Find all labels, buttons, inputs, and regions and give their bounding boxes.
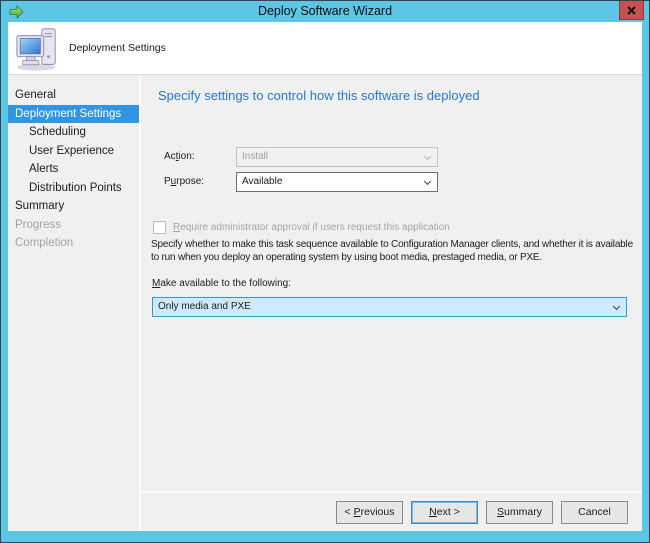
sidebar-item-user-experience[interactable]: User Experience	[8, 142, 139, 161]
purpose-combobox[interactable]: Available	[236, 172, 438, 192]
next-button[interactable]: Next >	[411, 501, 478, 524]
cancel-button[interactable]: Cancel	[561, 501, 628, 524]
deploy-software-wizard-window: Deploy Software Wizard	[0, 0, 650, 543]
approval-checkbox	[153, 221, 166, 234]
computer-icon	[14, 26, 60, 72]
approval-checkbox-label: Require administrator approval if users …	[173, 221, 450, 234]
header-title: Deployment Settings	[69, 42, 166, 54]
chevron-down-icon	[424, 153, 431, 160]
make-available-value: Only media and PXE	[158, 301, 251, 312]
sidebar-item-completion: Completion	[8, 234, 139, 253]
sidebar-item-distribution-points[interactable]: Distribution Points	[8, 179, 139, 198]
action-label: Action:	[164, 147, 195, 167]
action-value: Install	[242, 151, 268, 162]
footer: < Previous Next > Summary Cancel	[141, 491, 642, 531]
purpose-label: Purpose:	[164, 172, 204, 192]
sidebar-item-summary[interactable]: Summary	[8, 197, 139, 216]
action-combobox: Install	[236, 147, 438, 167]
wizard-body: General Deployment Settings Scheduling U…	[8, 76, 642, 531]
wizard-client-area: Deployment Settings General Deployment S…	[8, 22, 642, 531]
window-title: Deploy Software Wizard	[1, 1, 649, 22]
description-text: Specify whether to make this task sequen…	[151, 238, 641, 264]
close-icon	[627, 6, 636, 15]
close-button[interactable]	[619, 1, 644, 20]
wizard-header: Deployment Settings	[8, 22, 642, 75]
titlebar[interactable]: Deploy Software Wizard	[1, 1, 649, 22]
make-available-combobox[interactable]: Only media and PXE	[152, 297, 627, 317]
chevron-down-icon	[424, 178, 431, 185]
summary-button[interactable]: Summary	[486, 501, 553, 524]
chevron-down-icon	[613, 303, 620, 310]
sidebar-item-scheduling[interactable]: Scheduling	[8, 123, 139, 142]
main-panel: Specify settings to control how this sof…	[141, 76, 642, 491]
sidebar: General Deployment Settings Scheduling U…	[8, 76, 139, 531]
sidebar-item-progress: Progress	[8, 216, 139, 235]
sidebar-item-general[interactable]: General	[8, 86, 139, 105]
purpose-value: Available	[242, 176, 282, 187]
sidebar-item-deployment-settings[interactable]: Deployment Settings	[8, 105, 139, 124]
make-available-label: Make available to the following:	[152, 277, 291, 290]
sidebar-item-alerts[interactable]: Alerts	[8, 160, 139, 179]
previous-button[interactable]: < Previous	[336, 501, 403, 524]
page-title: Specify settings to control how this sof…	[158, 88, 480, 103]
